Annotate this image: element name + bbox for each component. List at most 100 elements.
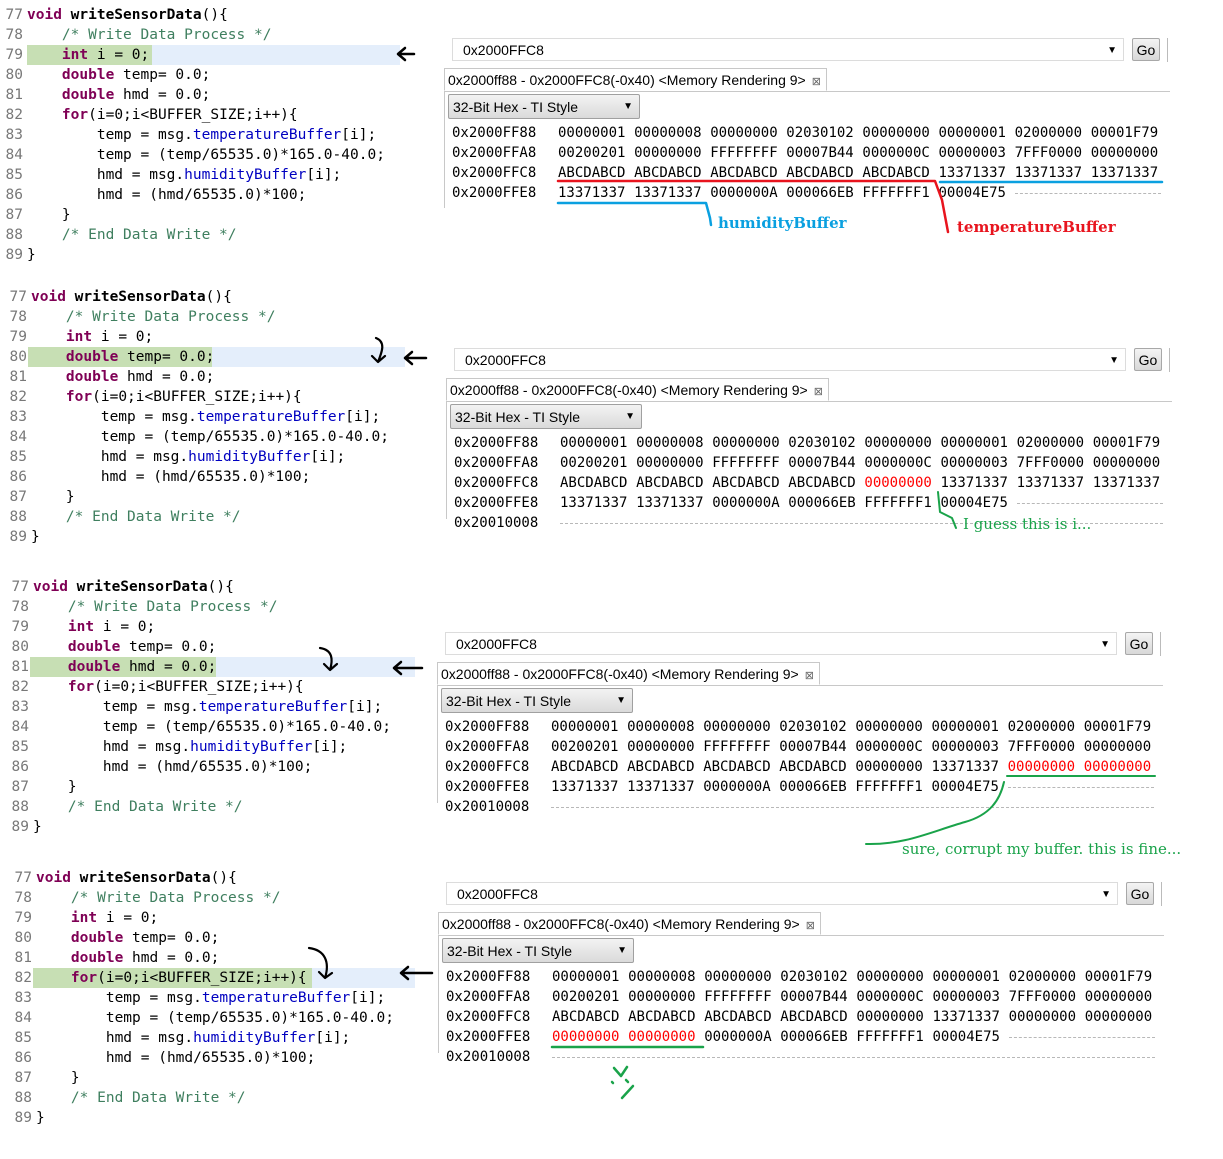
- dropdown-arrow-icon[interactable]: ▼: [1100, 633, 1110, 656]
- memory-value[interactable]: 00000000: [704, 967, 771, 987]
- memory-value[interactable]: 13371337: [1015, 163, 1082, 183]
- memory-value[interactable]: 0000000A: [710, 183, 777, 203]
- memory-value[interactable]: FFFFFFF1: [862, 183, 929, 203]
- address-input[interactable]: 0x2000FFC8 ▼: [452, 38, 1124, 61]
- memory-value[interactable]: 0000000C: [856, 987, 923, 1007]
- memory-value[interactable]: 02000000: [1008, 717, 1075, 737]
- memory-value[interactable]: 00001F79: [1091, 123, 1158, 143]
- memory-value[interactable]: 02000000: [1009, 967, 1076, 987]
- dropdown-arrow-icon[interactable]: ▼: [1109, 349, 1119, 372]
- memory-value[interactable]: 00200201: [560, 453, 627, 473]
- go-button[interactable]: Go: [1132, 38, 1160, 61]
- memory-value[interactable]: FFFFFFF1: [855, 777, 922, 797]
- memory-value[interactable]: FFFFFFF1: [856, 1027, 923, 1047]
- address-input[interactable]: 0x2000FFC8 ▼: [454, 348, 1126, 371]
- memory-value[interactable]: 13371337: [560, 493, 627, 513]
- memory-value[interactable]: 00000000: [636, 453, 703, 473]
- memory-value[interactable]: 00000000: [855, 717, 922, 737]
- memory-value[interactable]: FFFFFFFF: [710, 143, 777, 163]
- memory-rendering-tab[interactable]: 0x2000ff88 - 0x2000FFC8(-0x40) <Memory R…: [446, 378, 829, 401]
- memory-value[interactable]: ABCDABCD: [779, 757, 846, 777]
- go-button[interactable]: Go: [1126, 882, 1154, 905]
- dropdown-arrow-icon[interactable]: ▼: [1101, 883, 1111, 906]
- memory-value[interactable]: 00000000: [634, 143, 701, 163]
- memory-value[interactable]: 7FFF0000: [1008, 737, 1075, 757]
- memory-value[interactable]: ABCDABCD: [636, 473, 703, 493]
- memory-value[interactable]: ABCDABCD: [552, 1007, 619, 1027]
- memory-value[interactable]: 00001F79: [1084, 717, 1151, 737]
- memory-value[interactable]: 13371337: [933, 1007, 1000, 1027]
- memory-value[interactable]: FFFFFFFF: [704, 987, 771, 1007]
- memory-value[interactable]: 00000000: [1084, 757, 1151, 777]
- memory-value[interactable]: 00000000: [862, 123, 929, 143]
- memory-value[interactable]: 00007B44: [780, 987, 847, 1007]
- memory-value[interactable]: 00000008: [636, 433, 703, 453]
- memory-value[interactable]: 13371337: [941, 473, 1008, 493]
- memory-value[interactable]: 00000000: [1093, 453, 1160, 473]
- memory-value[interactable]: 02000000: [1015, 123, 1082, 143]
- memory-value[interactable]: ABCDABCD: [634, 163, 701, 183]
- close-icon[interactable]: ⊠: [806, 920, 815, 932]
- memory-value[interactable]: 0000000C: [864, 453, 931, 473]
- go-button[interactable]: Go: [1125, 632, 1153, 655]
- memory-value[interactable]: 00000000: [1084, 737, 1151, 757]
- memory-value[interactable]: 02030102: [779, 717, 846, 737]
- memory-value[interactable]: 00000008: [634, 123, 701, 143]
- format-select[interactable]: 32-Bit Hex - TI Style ▼: [450, 404, 642, 429]
- memory-value[interactable]: 0000000C: [862, 143, 929, 163]
- close-icon[interactable]: ⊠: [814, 386, 823, 398]
- memory-value[interactable]: 00200201: [558, 143, 625, 163]
- memory-value[interactable]: 00000000: [628, 1027, 695, 1047]
- memory-value[interactable]: FFFFFFFF: [703, 737, 770, 757]
- address-input[interactable]: 0x2000FFC8 ▼: [446, 882, 1118, 905]
- memory-value[interactable]: 00000000: [856, 967, 923, 987]
- memory-value[interactable]: 13371337: [939, 163, 1006, 183]
- memory-value[interactable]: 00000003: [941, 453, 1008, 473]
- memory-value[interactable]: 13371337: [932, 757, 999, 777]
- memory-value[interactable]: 00000000: [864, 473, 931, 493]
- format-select[interactable]: 32-Bit Hex - TI Style ▼: [448, 94, 640, 119]
- memory-value[interactable]: 00000000: [627, 737, 694, 757]
- memory-value[interactable]: 00007B44: [786, 143, 853, 163]
- memory-value[interactable]: 13371337: [558, 183, 625, 203]
- memory-value[interactable]: 00000000: [710, 123, 777, 143]
- memory-value[interactable]: ABCDABCD: [710, 163, 777, 183]
- memory-value[interactable]: 00000000: [712, 433, 779, 453]
- memory-value[interactable]: 00004E75: [932, 777, 999, 797]
- memory-rendering-tab[interactable]: 0x2000ff88 - 0x2000FFC8(-0x40) <Memory R…: [437, 662, 820, 685]
- memory-value[interactable]: 00000000: [856, 1007, 923, 1027]
- memory-value[interactable]: 00000008: [627, 717, 694, 737]
- memory-value[interactable]: 00004E75: [939, 183, 1006, 203]
- memory-rendering-tab[interactable]: 0x2000ff88 - 0x2000FFC8(-0x40) <Memory R…: [444, 68, 827, 91]
- memory-value[interactable]: 02000000: [1017, 433, 1084, 453]
- memory-value[interactable]: 7FFF0000: [1017, 453, 1084, 473]
- memory-value[interactable]: 02030102: [786, 123, 853, 143]
- memory-value[interactable]: ABCDABCD: [862, 163, 929, 183]
- address-input[interactable]: 0x2000FFC8 ▼: [445, 632, 1117, 655]
- memory-value[interactable]: 00007B44: [788, 453, 855, 473]
- memory-value[interactable]: 00000000: [1091, 143, 1158, 163]
- memory-value[interactable]: 00000001: [941, 433, 1008, 453]
- memory-value[interactable]: 00000001: [560, 433, 627, 453]
- memory-value[interactable]: 00000001: [932, 717, 999, 737]
- memory-value[interactable]: 00000000: [703, 717, 770, 737]
- memory-value[interactable]: ABCDABCD: [628, 1007, 695, 1027]
- memory-value[interactable]: ABCDABCD: [558, 163, 625, 183]
- memory-value[interactable]: 000066EB: [780, 1027, 847, 1047]
- memory-value[interactable]: 00000003: [933, 987, 1000, 1007]
- memory-value[interactable]: ABCDABCD: [712, 473, 779, 493]
- memory-value[interactable]: 00000001: [552, 967, 619, 987]
- memory-value[interactable]: 13371337: [1091, 163, 1158, 183]
- memory-value[interactable]: 00001F79: [1093, 433, 1160, 453]
- close-icon[interactable]: ⊠: [805, 670, 814, 682]
- memory-value[interactable]: 00200201: [552, 987, 619, 1007]
- memory-value[interactable]: ABCDABCD: [780, 1007, 847, 1027]
- memory-value[interactable]: ABCDABCD: [560, 473, 627, 493]
- memory-value[interactable]: 00000000: [1009, 1007, 1076, 1027]
- memory-value[interactable]: 7FFF0000: [1015, 143, 1082, 163]
- memory-value[interactable]: 00004E75: [941, 493, 1008, 513]
- memory-value[interactable]: 00000008: [628, 967, 695, 987]
- memory-value[interactable]: ABCDABCD: [703, 757, 770, 777]
- memory-value[interactable]: FFFFFFF1: [864, 493, 931, 513]
- memory-value[interactable]: 000066EB: [779, 777, 846, 797]
